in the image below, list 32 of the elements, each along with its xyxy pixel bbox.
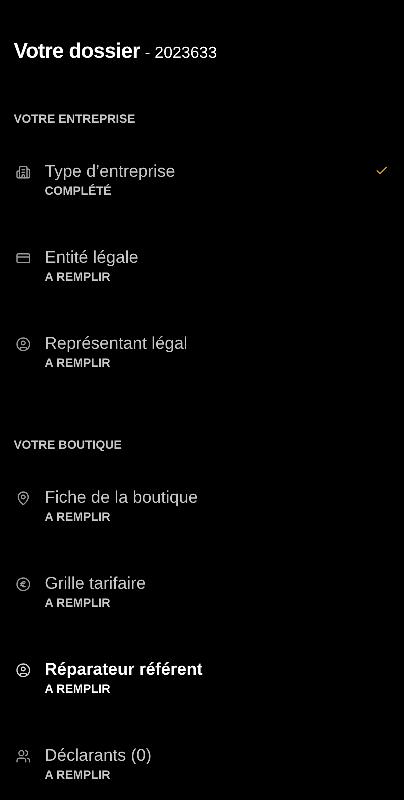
card-icon: [16, 250, 31, 266]
building-icon: [16, 164, 31, 180]
user-icon: [16, 662, 31, 678]
nav-item[interactable]: Entité légale A REMPLIR: [14, 247, 390, 333]
map-pin-icon: [16, 490, 31, 506]
item-label: Réparateur référent: [45, 659, 203, 681]
section-heading: VOTRE BOUTIQUE: [14, 437, 122, 453]
item-label: Représentant légal: [45, 333, 188, 355]
item-status: A REMPLIR: [45, 681, 111, 697]
item-status: A REMPLIR: [45, 355, 111, 371]
nav-item[interactable]: Fiche de la boutique A REMPLIR: [14, 487, 390, 573]
item-label: Grille tarifaire: [45, 573, 146, 595]
folder-number: - 2023633: [145, 44, 218, 64]
item-status: A REMPLIR: [45, 595, 111, 611]
item-label: Entité légale: [45, 247, 139, 269]
item-label: Type d’entreprise: [45, 161, 176, 183]
user-icon: [16, 336, 31, 352]
nav-item[interactable]: Type d’entreprise COMPLÉTÉ: [14, 161, 390, 247]
item-label: Fiche de la boutique: [45, 487, 198, 509]
section-heading: VOTRE ENTREPRISE: [14, 111, 136, 127]
nav-item[interactable]: Représentant légal A REMPLIR: [14, 333, 390, 419]
item-status: A REMPLIR: [45, 767, 111, 783]
item-label: Déclarants (0): [45, 745, 152, 767]
nav-item[interactable]: Grille tarifaire A REMPLIR: [14, 573, 390, 659]
users-icon: [16, 748, 31, 764]
euro-icon: [16, 576, 31, 592]
item-status: A REMPLIR: [45, 269, 111, 285]
item-status: A REMPLIR: [45, 509, 111, 525]
nav-item[interactable]: Réparateur référent A REMPLIR: [14, 659, 390, 745]
nav-item[interactable]: Déclarants (0) A REMPLIR: [14, 745, 390, 800]
item-status: COMPLÉTÉ: [45, 183, 112, 199]
folder-title: Votre dossier: [14, 40, 140, 64]
